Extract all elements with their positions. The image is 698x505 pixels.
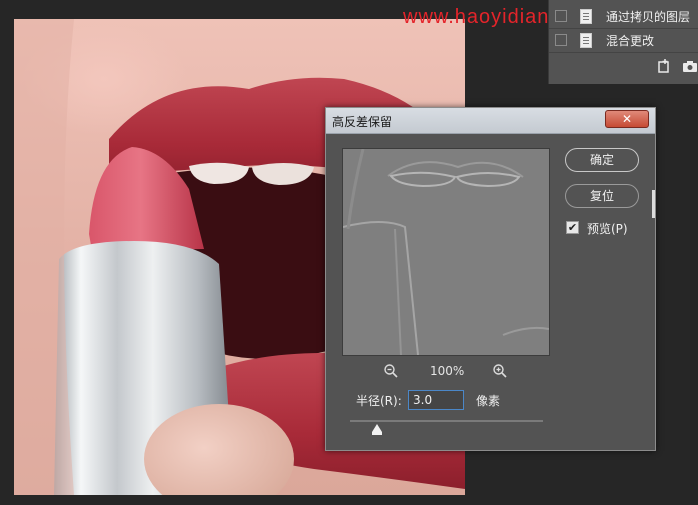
radius-input[interactable] (408, 390, 464, 410)
dialog-titlebar[interactable]: 高反差保留 ✕ (326, 108, 655, 134)
visibility-toggle[interactable] (555, 10, 567, 22)
camera-icon[interactable] (682, 58, 698, 74)
watermark-text: www.haoyidian (403, 6, 550, 28)
layer-name: 混合更改 (606, 34, 655, 48)
new-layer-icon[interactable] (656, 58, 672, 74)
filter-preview[interactable] (342, 148, 550, 356)
dialog-scrollbar[interactable] (652, 190, 655, 218)
layer-thumbnail-icon (580, 9, 592, 24)
layer-row[interactable]: 通过拷贝的图层 (549, 4, 698, 29)
zoom-in-icon[interactable] (492, 363, 508, 379)
reset-button[interactable]: 复位 (565, 184, 639, 208)
zoom-out-icon[interactable] (383, 363, 399, 379)
ok-button[interactable]: 确定 (565, 148, 639, 172)
layer-thumbnail-icon (580, 33, 592, 48)
zoom-level: 100% (430, 364, 465, 378)
preview-label: 预览(P) (587, 222, 628, 236)
radius-slider-track[interactable] (350, 420, 543, 422)
layer-row[interactable]: 混合更改 (549, 28, 698, 53)
layer-name: 通过拷贝的图层 (606, 10, 691, 24)
dialog-title: 高反差保留 (332, 115, 393, 129)
radius-label: 半径(R): (356, 394, 402, 408)
high-pass-dialog: 高反差保留 ✕ 100% 确定 复位 ✔ 预览(P) 半径(R): 像素 (325, 107, 656, 451)
layers-panel: 通过拷贝的图层 混合更改 (548, 0, 698, 84)
preview-checkbox[interactable]: ✔ (566, 221, 579, 234)
radius-slider-thumb[interactable] (372, 424, 383, 435)
unit-label: 像素 (476, 394, 501, 408)
high-pass-preview-image (343, 149, 549, 355)
layers-footer (549, 52, 698, 84)
close-button[interactable]: ✕ (605, 110, 649, 128)
visibility-toggle[interactable] (555, 34, 567, 46)
